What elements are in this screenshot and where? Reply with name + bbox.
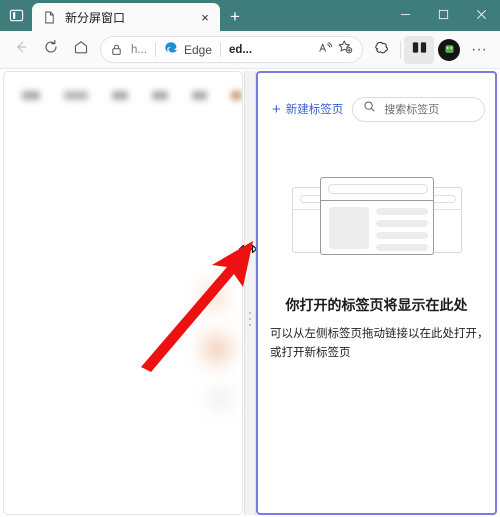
navigation-toolbar: h... Edge ed... ··· [0,31,500,69]
copilot-button[interactable] [367,36,397,64]
illustration-text-line [375,208,428,215]
vertical-tabs-icon [9,8,24,23]
browser-windows-illustration [291,177,462,263]
illustration-address-bar [327,184,428,194]
close-icon [476,7,487,25]
plus-icon: + [272,100,281,118]
blurred-link [22,90,41,100]
grip-dot [249,324,251,326]
title-bar: 新分屏窗口 × + [0,0,500,31]
edge-logo-icon [164,40,179,60]
browser-window: 新分屏窗口 × + h... Edge ed... ··· + 新建标签页 搜索… [0,0,500,517]
illustration-separator [320,200,433,201]
profile-button[interactable] [434,36,464,64]
copilot-icon [374,39,391,61]
tab-close-button[interactable]: × [196,8,214,26]
blurred-content-blob [210,388,232,410]
tab-title: 新分屏窗口 [65,10,126,25]
toolbar-divider [400,40,401,59]
blurred-content-blob [202,334,232,364]
new-tab-button[interactable]: + [220,3,250,31]
blurred-link [230,90,242,100]
tab-item[interactable]: 新分屏窗口 × [32,3,220,31]
blurred-link [64,90,88,100]
address-bar[interactable]: h... Edge ed... [100,36,363,63]
address-bar-divider-2 [220,42,222,57]
blurred-link [152,90,168,100]
divider-grip-handle[interactable] [249,312,251,326]
illustration-text-line [375,244,428,251]
new-tab-page-label: 新建标签页 [285,104,344,116]
split-screen-icon [411,39,428,61]
settings-menu-button[interactable]: ··· [464,36,494,64]
profile-avatar-icon [438,38,460,61]
minimize-icon [400,7,411,25]
right-pane-header: + 新建标签页 搜索标签页 [258,95,495,123]
back-button[interactable] [6,36,36,64]
illustration-card-front [319,177,434,255]
empty-state-description: 可以从左侧标签页拖动链接以在此处打开，或打开新标签页 [270,328,489,359]
page-icon [42,10,57,25]
blurred-nav-links [4,84,242,106]
maximize-icon [438,7,449,25]
favorite-star-icon [337,39,353,60]
tab-strip: 新分屏窗口 × + [32,3,250,31]
blurred-link [111,90,129,100]
blurred-link [191,90,207,100]
tab-actions-button[interactable] [0,0,32,31]
window-controls [386,0,500,31]
illustration-text-line [375,220,428,227]
tab-search-placeholder: 搜索标签页 [384,104,440,116]
split-view-container: + 新建标签页 搜索标签页 你打开的标签页将显示在此处 可以从左侧标签页拖动链接… [0,69,500,517]
address-bar-divider-1 [154,42,156,57]
new-tab-page-button[interactable]: + 新建标签页 [272,101,343,117]
grip-dot [249,318,251,320]
split-view-divider[interactable] [244,71,256,515]
split-screen-button[interactable] [404,35,434,64]
read-aloud-button[interactable] [315,40,335,60]
tab-search-input[interactable]: 搜索标签页 [352,96,485,122]
add-favorite-button[interactable] [335,40,355,60]
illustration-thumbnail [328,207,369,249]
split-view-left-pane[interactable] [3,71,243,515]
lock-icon[interactable] [110,43,124,57]
close-button[interactable] [462,0,500,31]
edge-label: Edge [183,42,213,57]
address-bar-chip: ed... [229,43,253,56]
home-button[interactable] [66,36,96,64]
refresh-button[interactable] [36,36,66,64]
grip-dot [249,312,251,314]
blurred-content-blob [200,284,226,310]
split-view-right-pane[interactable]: + 新建标签页 搜索标签页 你打开的标签页将显示在此处 可以从左侧标签页拖动链接… [256,71,497,515]
search-icon [363,100,376,118]
address-bar-url: h... [131,43,147,56]
illustration-text-line [375,232,428,239]
read-aloud-icon [318,40,333,60]
minimize-button[interactable] [386,0,424,31]
empty-state-title: 你打开的标签页将显示在此处 [285,297,468,313]
home-icon [73,39,89,60]
maximize-button[interactable] [424,0,462,31]
refresh-icon [43,39,59,60]
back-arrow-icon [13,39,29,60]
